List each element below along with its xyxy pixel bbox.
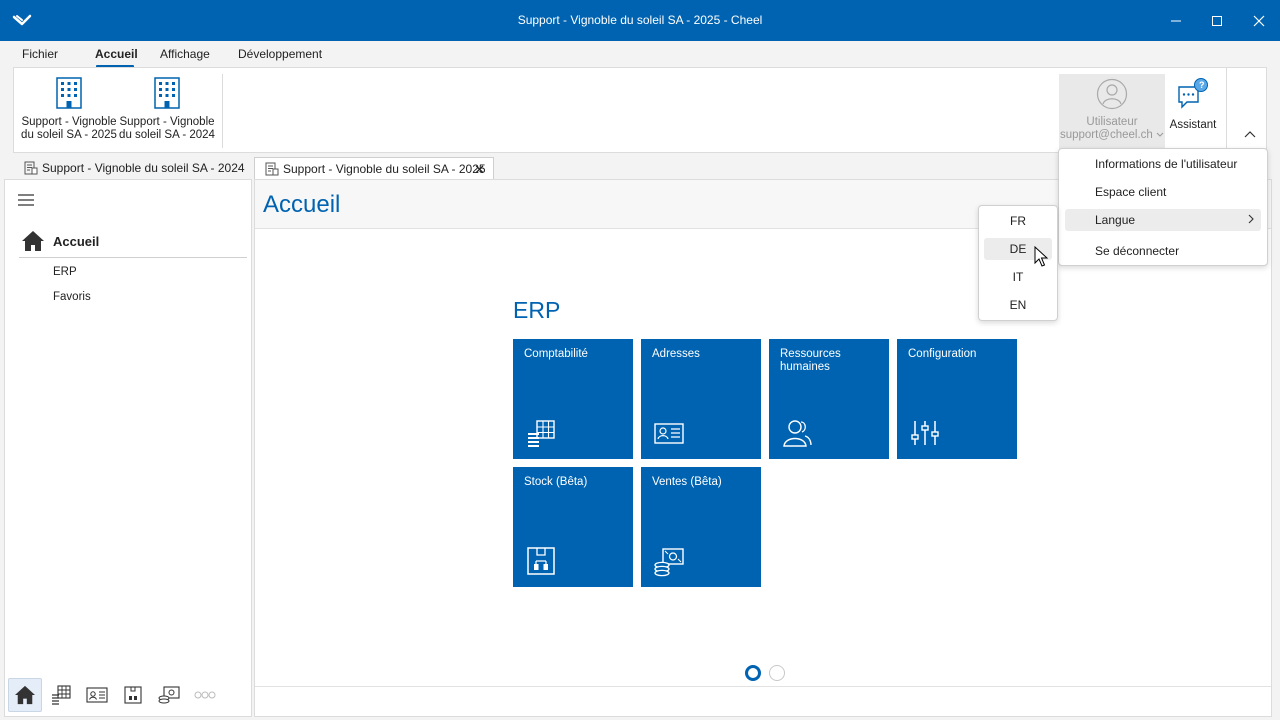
company-doc-icon <box>265 162 279 175</box>
user-button[interactable]: Utilisateur support@cheel.ch <box>1059 74 1165 152</box>
doc-tab-2024[interactable]: Support - Vignoble du soleil SA - 2024 <box>14 157 254 179</box>
ribbon-button-label: du soleil SA - 2024 <box>119 129 215 141</box>
tile-adresses[interactable]: Adresses <box>641 339 761 459</box>
menu-fichier[interactable]: Fichier <box>22 47 58 61</box>
user-avatar-icon <box>1096 78 1128 110</box>
tile-label: Ventes (Bêta) <box>652 476 722 488</box>
address-card-icon <box>654 423 684 444</box>
page-indicator-1[interactable] <box>745 665 761 681</box>
window-title: Support - Vignoble du soleil SA - 2025 -… <box>517 13 763 27</box>
menu-accueil[interactable]: Accueil <box>95 47 138 61</box>
chevron-down-icon <box>1156 132 1164 137</box>
accounting-icon <box>52 685 71 705</box>
home-module-button[interactable] <box>8 678 42 712</box>
chevron-right-icon <box>1248 214 1254 224</box>
building-icon <box>56 77 82 109</box>
box-icon <box>527 547 555 575</box>
stock-module-button[interactable] <box>116 678 150 712</box>
menu-item-language[interactable]: Langue <box>1065 209 1261 231</box>
accounting-module-button[interactable] <box>44 678 78 712</box>
lang-option-fr[interactable]: FR <box>984 210 1052 232</box>
user-label: Utilisateur <box>1086 116 1138 128</box>
sales-module-button[interactable] <box>152 678 186 712</box>
building-icon <box>154 77 180 109</box>
menu-item-user-info[interactable]: Informations de l'utilisateur <box>1065 153 1261 175</box>
tile-configuration[interactable]: Configuration <box>897 339 1017 459</box>
main-footer-divider <box>255 686 1271 687</box>
doc-tab-label: Support - Vignoble du soleil SA - 2024 <box>42 161 245 175</box>
more-icon <box>194 691 216 699</box>
tile-label: Comptabilité <box>524 348 588 360</box>
lang-option-it[interactable]: IT <box>984 266 1052 288</box>
menu-item-logout[interactable]: Se déconnecter <box>1065 240 1261 262</box>
ribbon-button-label: Support - Vignoble <box>21 116 117 128</box>
doc-tab-label: Support - Vignoble du soleil SA - 2025 <box>283 161 486 176</box>
people-icon <box>783 420 812 447</box>
close-tab-icon[interactable]: ✕ <box>474 162 485 178</box>
left-navigation: Accueil ERP Favoris <box>4 179 252 717</box>
close-icon <box>1253 15 1265 26</box>
collapse-ribbon-icon[interactable] <box>1243 128 1257 142</box>
open-company-2025-button[interactable]: Support - Vignoble du soleil SA - 2025 <box>21 76 117 142</box>
addresses-module-button[interactable] <box>80 678 114 712</box>
assistant-button[interactable]: ? Assistant <box>1168 74 1218 131</box>
menu-affichage[interactable]: Affichage <box>160 47 210 61</box>
sliders-icon <box>911 421 939 445</box>
nav-item-favoris[interactable]: Favoris <box>53 291 91 303</box>
title-bar: Support - Vignoble du soleil SA - 2025 -… <box>0 0 1280 41</box>
sales-icon <box>654 548 684 577</box>
maximize-icon <box>1212 15 1222 26</box>
page-title: Accueil <box>263 191 341 218</box>
nav-item-erp[interactable]: ERP <box>53 266 77 278</box>
open-company-2024-button[interactable]: Support - Vignoble du soleil SA - 2024 <box>119 76 215 142</box>
address-card-icon <box>86 687 108 703</box>
assistant-label: Assistant <box>1169 119 1217 131</box>
ribbon-separator <box>1226 68 1227 152</box>
home-icon <box>22 231 44 251</box>
minimize-icon <box>1171 20 1181 21</box>
user-menu: Informations de l'utilisateur Espace cli… <box>1058 148 1268 266</box>
minimize-button[interactable] <box>1156 0 1196 41</box>
ribbon-button-label: du soleil SA - 2025 <box>21 129 117 141</box>
tile-label: Configuration <box>908 348 977 360</box>
company-doc-icon <box>24 161 38 175</box>
accounting-icon <box>528 420 555 447</box>
nav-home[interactable]: Accueil <box>19 228 247 258</box>
mouse-cursor-icon <box>1034 246 1048 267</box>
nav-home-label: Accueil <box>53 234 100 249</box>
close-window-button[interactable] <box>1239 0 1279 41</box>
sales-icon <box>158 686 180 704</box>
tile-label: Ressources humaines <box>780 348 841 373</box>
box-icon <box>124 686 142 704</box>
chat-help-icon <box>1178 78 1208 109</box>
tile-ressources-humaines[interactable]: Ressources humaines <box>769 339 889 459</box>
page-indicator-2[interactable] <box>769 665 785 681</box>
ribbon-separator <box>222 74 223 148</box>
menu-developpement[interactable]: Développement <box>238 47 322 61</box>
more-modules-button[interactable] <box>188 678 222 712</box>
doc-tab-2025[interactable]: Support - Vignoble du soleil SA - 2025 ✕ <box>254 157 494 179</box>
maximize-button[interactable] <box>1197 0 1237 41</box>
module-switcher <box>5 674 251 716</box>
ribbon: Support - Vignoble du soleil SA - 2025 S… <box>13 67 1267 153</box>
tile-stock[interactable]: Stock (Bêta) <box>513 467 633 587</box>
hamburger-menu-icon[interactable] <box>17 193 35 207</box>
user-email: support@cheel.ch <box>1059 129 1153 141</box>
assistant-badge: ? <box>1199 80 1205 90</box>
tile-ventes[interactable]: Ventes (Bêta) <box>641 467 761 587</box>
home-icon <box>15 685 35 705</box>
menu-bar: Fichier Accueil Affichage Développement <box>0 41 1280 68</box>
menu-item-customer-space[interactable]: Espace client <box>1065 181 1261 203</box>
tile-label: Adresses <box>652 348 700 360</box>
tile-comptabilite[interactable]: Comptabilité <box>513 339 633 459</box>
tile-label: Stock (Bêta) <box>524 476 588 488</box>
section-title-erp: ERP <box>513 297 561 323</box>
menu-item-label: Langue <box>1095 213 1136 227</box>
ribbon-button-label: Support - Vignoble <box>119 116 215 128</box>
lang-option-en[interactable]: EN <box>984 294 1052 316</box>
